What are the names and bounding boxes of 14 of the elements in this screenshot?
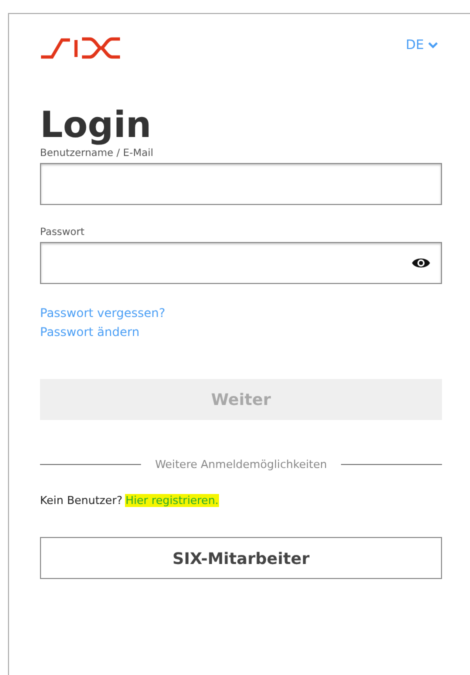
field-label: Passwort [40, 227, 86, 238]
text-link[interactable]: Passwort vergessen? [40, 306, 166, 320]
language-selector[interactable]: DE [406, 38, 438, 53]
register-prompt: Kein Benutzer? [40, 494, 122, 507]
chevron-down-icon [428, 42, 438, 49]
divider-label: Weitere Anmeldemöglichkeiten [155, 458, 327, 471]
employee-login-button[interactable]: SIX-Mitarbeiter [40, 537, 442, 579]
password-field[interactable] [40, 242, 442, 284]
page-title: Login [40, 104, 152, 148]
register-link[interactable]: Hier registrieren. [125, 494, 219, 507]
text-link[interactable]: Passwort ändern [40, 325, 140, 339]
username-field[interactable] [40, 163, 442, 205]
field-label: Benutzername / E-Mail [40, 148, 154, 159]
eye-icon[interactable] [411, 256, 431, 270]
